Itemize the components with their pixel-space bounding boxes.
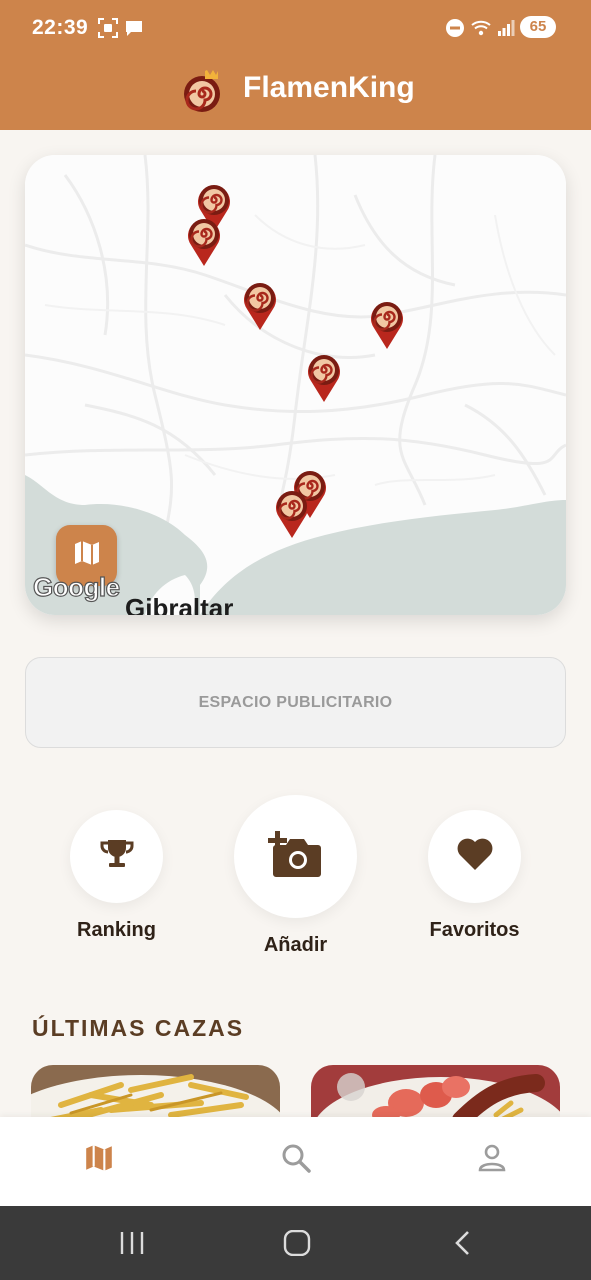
home-icon[interactable] (283, 1229, 311, 1261)
google-attribution: Google (32, 571, 120, 602)
screenshot-icon (98, 18, 118, 43)
map-icon (83, 1145, 115, 1178)
map-marker[interactable] (185, 215, 223, 267)
catch-thumbnail[interactable] (31, 1065, 280, 1125)
app-title: FlamenKing (243, 71, 415, 104)
heart-icon (456, 837, 494, 876)
search-icon (280, 1144, 312, 1178)
wifi-icon (470, 18, 494, 43)
fries-photo (31, 1065, 280, 1125)
catch-thumbnail[interactable] (311, 1065, 560, 1125)
favorites-label: Favoritos (429, 919, 520, 941)
favorites-button[interactable]: Favoritos (428, 810, 521, 942)
app-bar: FlamenKing (0, 56, 591, 130)
profile-icon (476, 1144, 508, 1178)
bottom-navigation (0, 1117, 591, 1206)
map-place-label: Gibraltar (125, 593, 234, 615)
add-circle[interactable] (234, 795, 357, 918)
ranking-circle[interactable] (70, 810, 163, 903)
add-button[interactable]: Añadir (234, 795, 357, 957)
trophy-icon (99, 836, 135, 877)
section-title: ÚLTIMAS CAZAS (32, 1015, 245, 1041)
ad-label: ESPACIO PUBLICITARIO (198, 693, 393, 711)
status-bar: 22:39 65 (0, 0, 591, 56)
system-navigation-bar (0, 1206, 591, 1280)
map-marker[interactable] (368, 298, 406, 350)
add-photo-icon (267, 829, 324, 884)
recent-apps-icon[interactable] (118, 1230, 146, 1261)
battery-indicator: 65 (520, 16, 556, 38)
map-marker[interactable] (273, 487, 311, 539)
map-view[interactable]: Google Gibraltar (25, 155, 566, 615)
flamenking-logo-icon (180, 66, 224, 119)
status-time: 22:39 (32, 16, 89, 39)
ad-banner: ESPACIO PUBLICITARIO (25, 657, 566, 748)
nav-map-tab[interactable] (83, 1142, 115, 1179)
back-icon[interactable] (452, 1230, 474, 1261)
map-icon (72, 538, 102, 573)
chat-icon (124, 18, 144, 43)
map-marker[interactable] (241, 279, 279, 331)
nav-profile-tab[interactable] (476, 1142, 508, 1179)
add-label: Añadir (263, 934, 328, 956)
signal-icon (497, 18, 515, 43)
do-not-disturb-icon (445, 18, 465, 43)
ranking-button[interactable]: Ranking (70, 810, 163, 942)
map-marker[interactable] (305, 351, 343, 403)
ranking-label: Ranking (77, 919, 156, 941)
tomato-sausage-photo (311, 1065, 560, 1125)
nav-search-tab[interactable] (280, 1142, 312, 1179)
favorites-circle[interactable] (428, 810, 521, 903)
